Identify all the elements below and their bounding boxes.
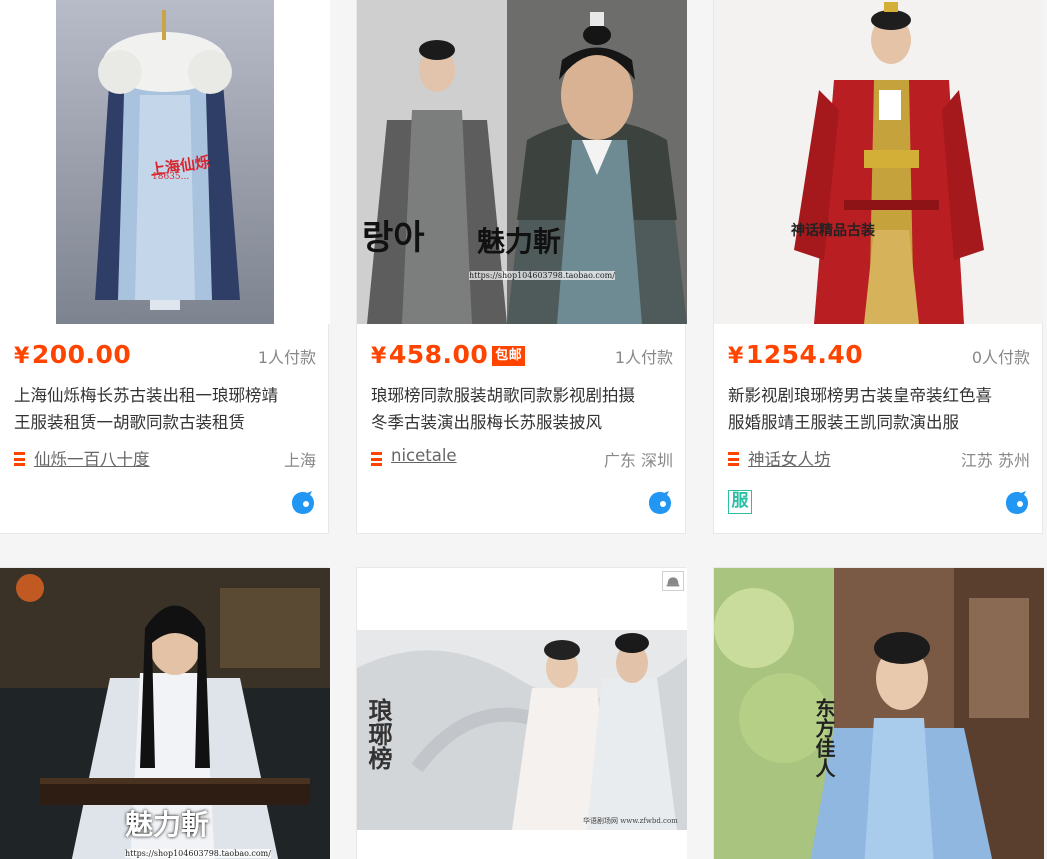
watermark-url: https://shop104603798.taobao.com/ (469, 271, 615, 280)
shop-line: nicetale 广东 深圳 (371, 446, 673, 472)
shop-name-link[interactable]: 仙烁一百八十度 (34, 446, 150, 470)
product-title[interactable]: 新影视剧琅琊榜男古装皇帝装红色喜 服婚服靖王服装王凯同款演出服 (728, 382, 1034, 436)
location: 广东 深圳 (603, 451, 673, 470)
wangwang-chat-icon[interactable] (290, 490, 316, 516)
location: 上海 (283, 451, 316, 470)
product-image[interactable]: 랑아 魅力斬 https://shop104603798.taobao.com/ (357, 0, 687, 324)
product-card[interactable]: 琅琊榜 华语剧场网 www.zfwbd.com (356, 567, 687, 859)
product-card[interactable]: 랑아 魅力斬 https://shop104603798.taobao.com/… (356, 0, 687, 534)
drama-logo-text: 랑아 (362, 218, 425, 258)
product-image[interactable]: 神话精品古装 (714, 0, 1044, 324)
price-line: ¥1254.40 0人付款 (728, 340, 1030, 374)
product-grid: 上海仙烁 18635... ¥200.00 1人付款 上海仙烁梅长苏古装出租一琅… (0, 0, 1047, 859)
product-card[interactable]: 魅力斬 https://shop104603798.taobao.com/ (0, 567, 330, 859)
watermark-text: 神话精品古装 (791, 223, 875, 239)
location: 江苏 苏州 (960, 451, 1030, 470)
price: ¥200.00 (14, 340, 132, 369)
price-line: ¥200.00 1人付款 (14, 340, 316, 374)
clothing-service-icon[interactable]: 服 (728, 490, 752, 514)
price: ¥458.00 包邮 (371, 340, 526, 369)
product-image[interactable]: 东方佳人 (714, 568, 1044, 859)
price-line: ¥458.00 包邮 1人付款 (371, 340, 673, 374)
paid-count: 1人付款 (614, 348, 673, 367)
product-card[interactable]: 神话精品古装 ¥1254.40 0人付款 新影视剧琅琊榜男古装皇帝装红色喜 服婚… (713, 0, 1044, 534)
shop-icon (371, 452, 382, 466)
wangwang-chat-icon[interactable] (647, 490, 673, 516)
image-search-icon[interactable] (662, 571, 684, 591)
wangwang-chat-icon[interactable] (1004, 490, 1030, 516)
product-image[interactable]: 琅琊榜 华语剧场网 www.zfwbd.com (357, 568, 687, 859)
shop-line: 仙烁一百八十度 上海 (14, 446, 316, 472)
watermark-phone: 18635... (152, 172, 190, 182)
shop-name-link[interactable]: 神话女人坊 (748, 446, 831, 470)
watermark-url: https://shop104603798.taobao.com/ (125, 849, 271, 858)
shop-line: 神话女人坊 江苏 苏州 (728, 446, 1030, 472)
price: ¥1254.40 (728, 340, 864, 369)
shop-icon (14, 452, 25, 466)
product-image[interactable]: 魅力斬 https://shop104603798.taobao.com/ (0, 568, 330, 859)
shop-name-link[interactable]: nicetale (391, 446, 457, 465)
shop-icon (728, 452, 739, 466)
watermark-text: 东方佳人 (812, 698, 836, 778)
paid-count: 0人付款 (971, 348, 1030, 367)
paid-count: 1人付款 (257, 348, 316, 367)
watermark-text: 魅力斬 (477, 225, 562, 258)
free-shipping-badge: 包邮 (492, 346, 526, 366)
product-card[interactable]: 东方佳人 (713, 567, 1044, 859)
product-image[interactable]: 上海仙烁 18635... (0, 0, 330, 324)
drama-logo-text: 琅琊榜 (364, 698, 393, 770)
watermark-text: 魅力斬 (125, 808, 210, 841)
product-title[interactable]: 上海仙烁梅长苏古装出租一琅琊榜靖 王服装租赁一胡歌同款古装租赁 (14, 382, 320, 436)
watermark-site: 华语剧场网 www.zfwbd.com (583, 817, 678, 825)
product-title[interactable]: 琅琊榜同款服装胡歌同款影视剧拍摄 冬季古装演出服梅长苏服装披风 (371, 382, 677, 436)
product-card[interactable]: 上海仙烁 18635... ¥200.00 1人付款 上海仙烁梅长苏古装出租一琅… (0, 0, 330, 534)
